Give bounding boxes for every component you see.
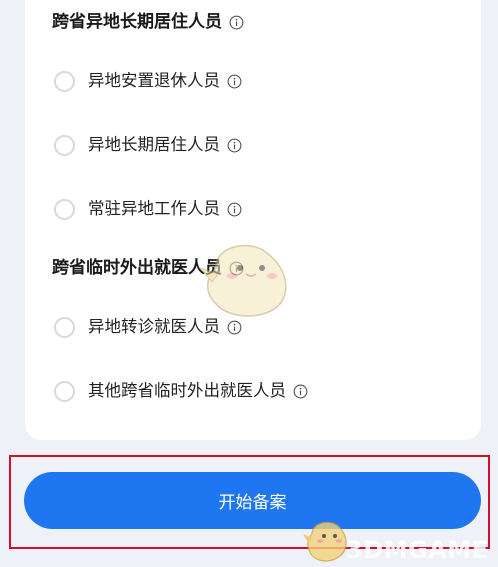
- option-label: 异地安置退休人员: [88, 71, 220, 90]
- option-label: 其他跨省临时外出就医人员: [88, 381, 286, 400]
- radio-unchecked-icon[interactable]: [54, 380, 75, 402]
- radio-unchecked-icon[interactable]: [54, 316, 75, 338]
- radio-unchecked-icon[interactable]: [54, 198, 75, 220]
- radio-unchecked-icon[interactable]: [54, 70, 75, 92]
- option-long-term-residents[interactable]: 异地长期居住人员: [54, 131, 242, 159]
- radio-unchecked-icon[interactable]: [54, 134, 75, 156]
- option-retired-relocated[interactable]: 异地安置退休人员: [54, 67, 242, 95]
- option-resident-workers[interactable]: 常驻异地工作人员: [54, 195, 242, 223]
- watermark-text: 3DMGAME: [346, 536, 489, 564]
- section-title-label: 跨省异地长期居住人员: [52, 12, 222, 32]
- option-label: 常驻异地工作人员: [88, 199, 220, 218]
- info-icon[interactable]: [227, 74, 242, 89]
- info-icon[interactable]: [293, 384, 308, 399]
- info-icon[interactable]: [227, 138, 242, 153]
- info-icon[interactable]: [229, 15, 244, 30]
- mascot-watermark-icon: [198, 244, 287, 317]
- option-other-temporary-medical[interactable]: 其他跨省临时外出就医人员: [54, 377, 308, 405]
- info-icon[interactable]: [227, 202, 242, 217]
- section-title-long-term-residents: 跨省异地长期居住人员: [52, 10, 244, 34]
- mascot-logo-icon: [303, 521, 347, 562]
- start-filing-button[interactable]: 开始备案: [24, 472, 481, 529]
- option-label: 异地长期居住人员: [88, 135, 220, 154]
